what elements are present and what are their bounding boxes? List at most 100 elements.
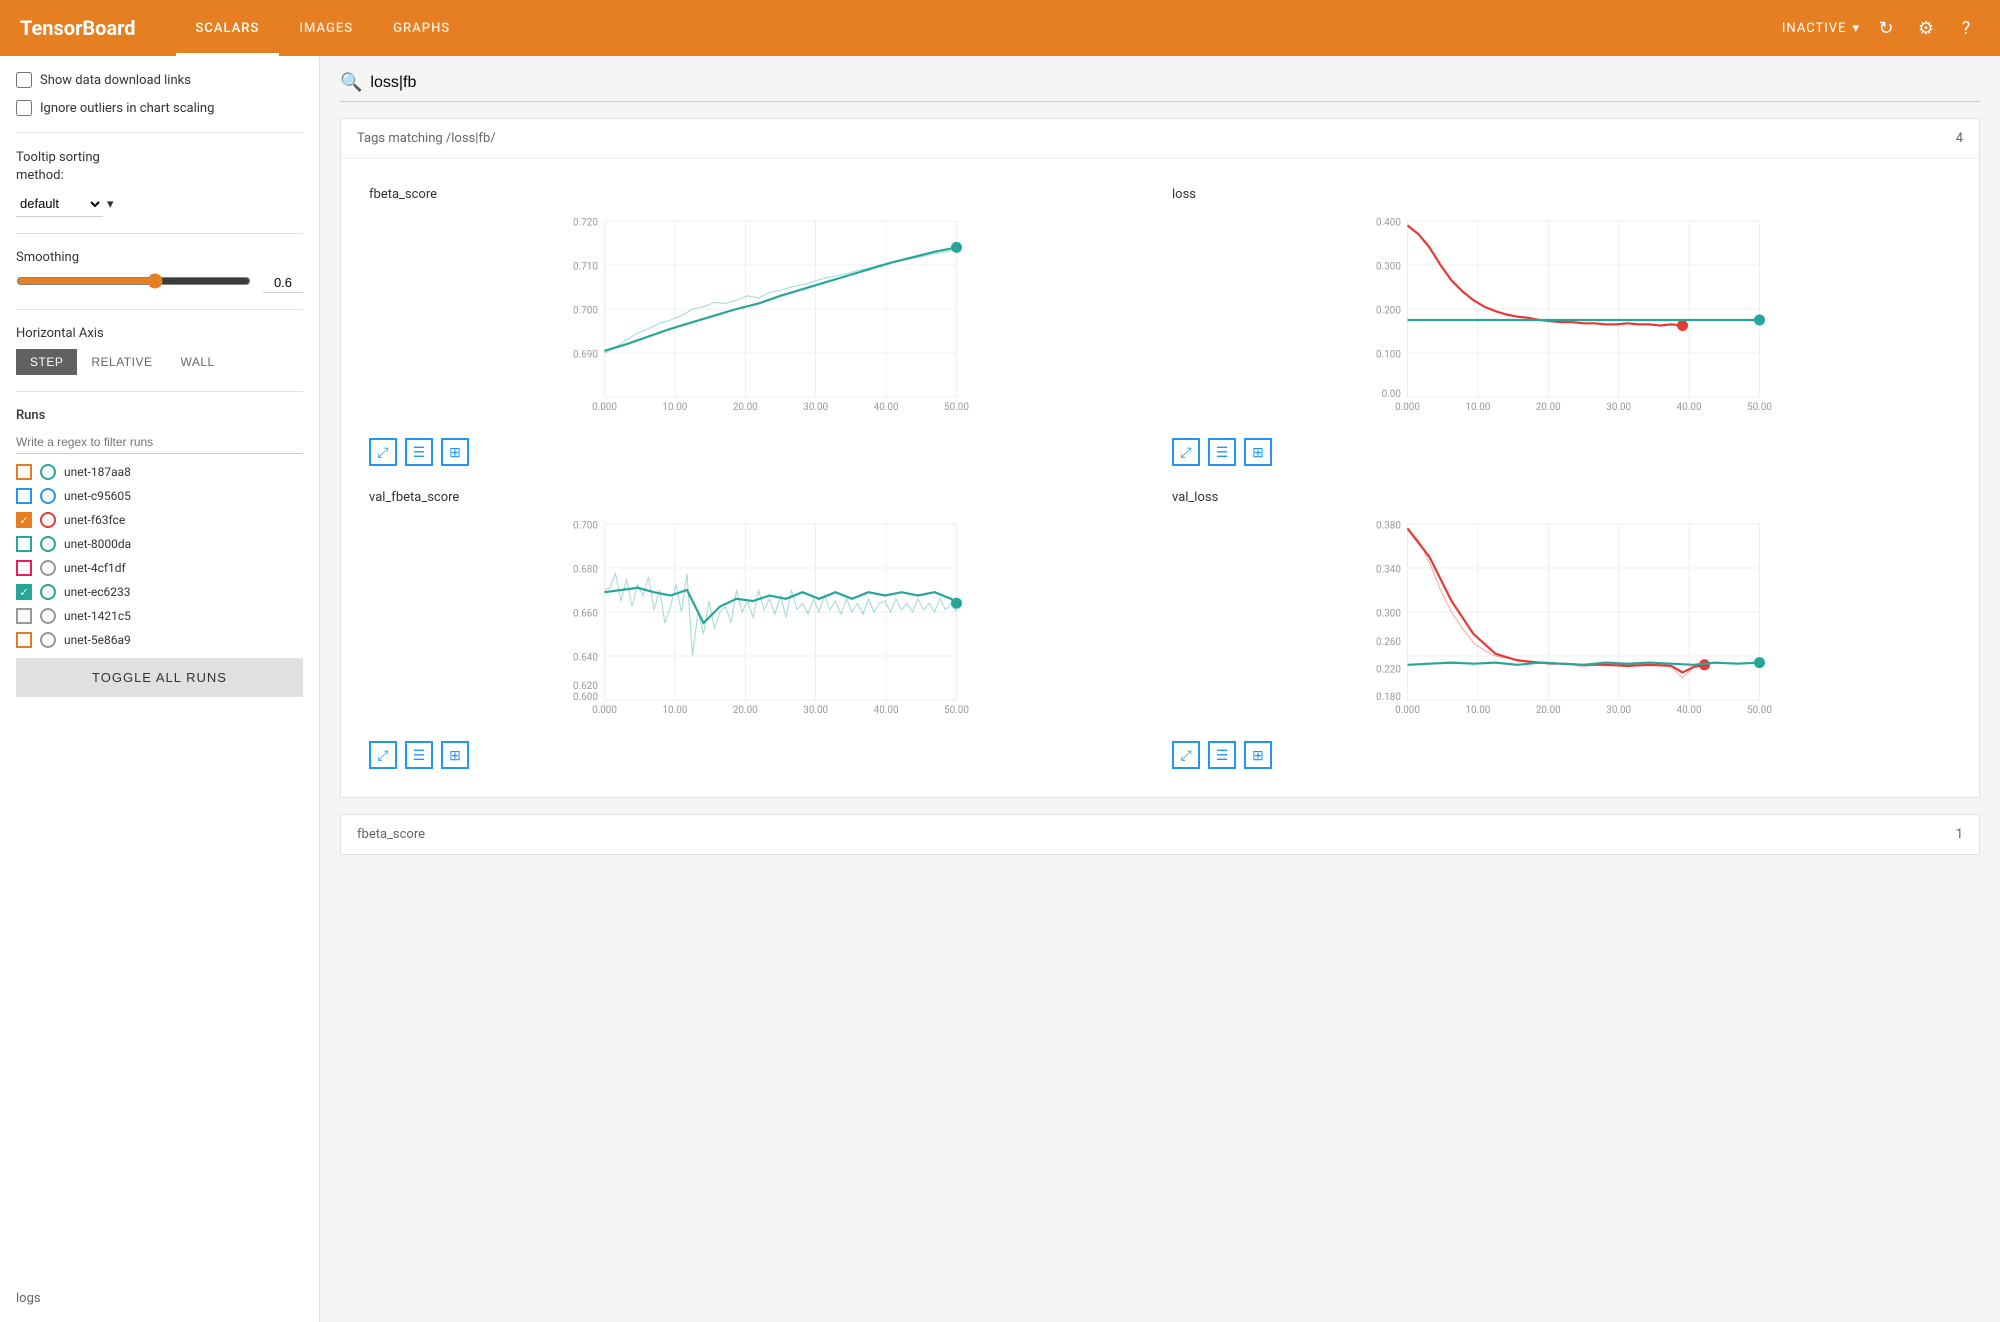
chart-card-val-loss: val_loss [1160, 478, 1963, 781]
help-icon[interactable]: ? [1952, 14, 1980, 42]
smoothing-label: Smoothing [16, 250, 303, 265]
run-checkbox[interactable] [16, 632, 32, 648]
svg-text:0.380: 0.380 [1376, 520, 1401, 531]
svg-text:30.00: 30.00 [803, 705, 828, 716]
run-item[interactable]: unet-f63fce [16, 510, 303, 530]
bottom-title: fbeta_score [357, 827, 425, 842]
run-name: unet-c95605 [64, 489, 131, 503]
run-item[interactable]: unet-8000da [16, 534, 303, 554]
show-download-label: Show data download links [40, 73, 191, 88]
run-item[interactable]: unet-187aa8 [16, 462, 303, 482]
svg-text:50.00: 50.00 [1747, 705, 1772, 716]
chart-actions: ⤢ ☰ ⊞ [1172, 741, 1951, 769]
tag-count: 4 [1956, 131, 1963, 146]
refresh-icon[interactable]: ↻ [1872, 14, 1900, 42]
svg-text:40.00: 40.00 [874, 705, 899, 716]
svg-text:0.640: 0.640 [573, 652, 598, 663]
svg-text:50.00: 50.00 [944, 705, 969, 716]
run-checkbox[interactable] [16, 512, 32, 528]
settings-icon[interactable]: ⚙ [1912, 14, 1940, 42]
zoom-button[interactable]: ⊞ [1244, 741, 1272, 769]
tag-section-main: Tags matching /loss|fb/ 4 fbeta_score [340, 118, 1980, 798]
chart-title: fbeta_score [369, 187, 1148, 202]
divider-1 [16, 132, 303, 133]
run-item[interactable]: unet-5e86a9 [16, 630, 303, 650]
header-right: INACTIVE ▾ ↻ ⚙ ? [1782, 14, 1980, 42]
show-download-checkbox[interactable] [16, 72, 32, 88]
dropdown-arrow-icon: ▾ [1852, 21, 1860, 36]
run-checkbox[interactable] [16, 464, 32, 480]
run-checkbox[interactable] [16, 584, 32, 600]
expand-button[interactable]: ⤢ [369, 438, 397, 466]
svg-text:0.300: 0.300 [1376, 261, 1401, 272]
search-bar: 🔍 loss|fb [340, 72, 1980, 102]
svg-text:20.00: 20.00 [733, 705, 758, 716]
axis-relative-button[interactable]: RELATIVE [77, 349, 166, 375]
run-checkbox[interactable] [16, 536, 32, 552]
axis-wall-button[interactable]: WALL [166, 349, 228, 375]
nav-images[interactable]: IMAGES [279, 0, 373, 56]
nav-scalars[interactable]: SCALARS [176, 0, 280, 56]
tooltip-select[interactable]: default ascending descending [16, 191, 103, 217]
svg-text:0.000: 0.000 [1395, 402, 1420, 413]
expand-button[interactable]: ⤢ [1172, 741, 1200, 769]
svg-text:0.000: 0.000 [592, 402, 617, 413]
expand-button[interactable]: ⤢ [369, 741, 397, 769]
run-checkbox[interactable] [16, 608, 32, 624]
ignore-outliers-checkbox[interactable] [16, 100, 32, 116]
expand-button[interactable]: ⤢ [1172, 438, 1200, 466]
app-header: TensorBoard SCALARS IMAGES GRAPHS INACTI… [0, 0, 2000, 56]
run-checkbox[interactable] [16, 560, 32, 576]
data-button[interactable]: ☰ [1208, 438, 1236, 466]
ignore-outliers-label: Ignore outliers in chart scaling [40, 101, 214, 116]
svg-text:0.100: 0.100 [1376, 349, 1401, 360]
show-download-toggle[interactable]: Show data download links [16, 72, 303, 88]
svg-text:0.600: 0.600 [573, 692, 598, 703]
run-name: unet-f63fce [64, 513, 125, 527]
chart-title: loss [1172, 187, 1951, 202]
axis-step-button[interactable]: STEP [16, 349, 77, 375]
divider-4 [16, 391, 303, 392]
tooltip-section: Tooltip sortingmethod: default ascending… [16, 149, 303, 217]
zoom-button[interactable]: ⊞ [441, 741, 469, 769]
toggle-all-runs-button[interactable]: TOGGLE ALL RUNS [16, 658, 303, 697]
svg-text:0.660: 0.660 [573, 608, 598, 619]
run-item[interactable]: unet-4cf1df [16, 558, 303, 578]
svg-text:0.200: 0.200 [1376, 305, 1401, 316]
svg-text:0.620: 0.620 [573, 681, 598, 692]
run-item[interactable]: unet-ec6233 [16, 582, 303, 602]
run-item[interactable]: unet-c95605 [16, 486, 303, 506]
data-button[interactable]: ☰ [405, 438, 433, 466]
search-input[interactable]: loss|fb [370, 74, 1980, 92]
status-dropdown[interactable]: INACTIVE ▾ [1782, 21, 1860, 36]
svg-text:20.00: 20.00 [733, 402, 758, 413]
zoom-button[interactable]: ⊞ [1244, 438, 1272, 466]
data-button[interactable]: ☰ [1208, 741, 1236, 769]
run-circle [40, 488, 56, 504]
chart-card-val-fbeta: val_fbeta_score [357, 478, 1160, 781]
tag-section-title: Tags matching /loss|fb/ [357, 131, 496, 146]
smoothing-slider-container [16, 273, 251, 293]
run-name: unet-5e86a9 [64, 633, 131, 647]
tag-header: Tags matching /loss|fb/ 4 [341, 119, 1979, 159]
chart-area-val-loss: 0.380 0.340 0.300 0.260 0.220 0.180 0.00… [1172, 513, 1951, 733]
nav-graphs[interactable]: GRAPHS [373, 0, 470, 56]
runs-filter-input[interactable] [16, 431, 303, 454]
svg-text:10.00: 10.00 [662, 402, 687, 413]
run-item[interactable]: unet-1421c5 [16, 606, 303, 626]
chart-svg: 0.400 0.300 0.200 0.100 0.00 0.000 10.00… [1172, 210, 1951, 430]
chart-actions: ⤢ ☰ ⊞ [369, 438, 1148, 466]
zoom-button[interactable]: ⊞ [441, 438, 469, 466]
svg-text:10.00: 10.00 [1465, 705, 1490, 716]
run-circle [40, 464, 56, 480]
data-button[interactable]: ☰ [405, 741, 433, 769]
ignore-outliers-toggle[interactable]: Ignore outliers in chart scaling [16, 100, 303, 116]
divider-3 [16, 309, 303, 310]
tooltip-select-row: default ascending descending ▾ [16, 191, 303, 217]
svg-text:0.220: 0.220 [1376, 665, 1401, 676]
svg-text:0.400: 0.400 [1376, 217, 1401, 228]
run-checkbox[interactable] [16, 488, 32, 504]
smoothing-slider[interactable] [16, 273, 251, 289]
run-circle [40, 512, 56, 528]
smoothing-value-input[interactable]: 0.6 [263, 273, 303, 293]
